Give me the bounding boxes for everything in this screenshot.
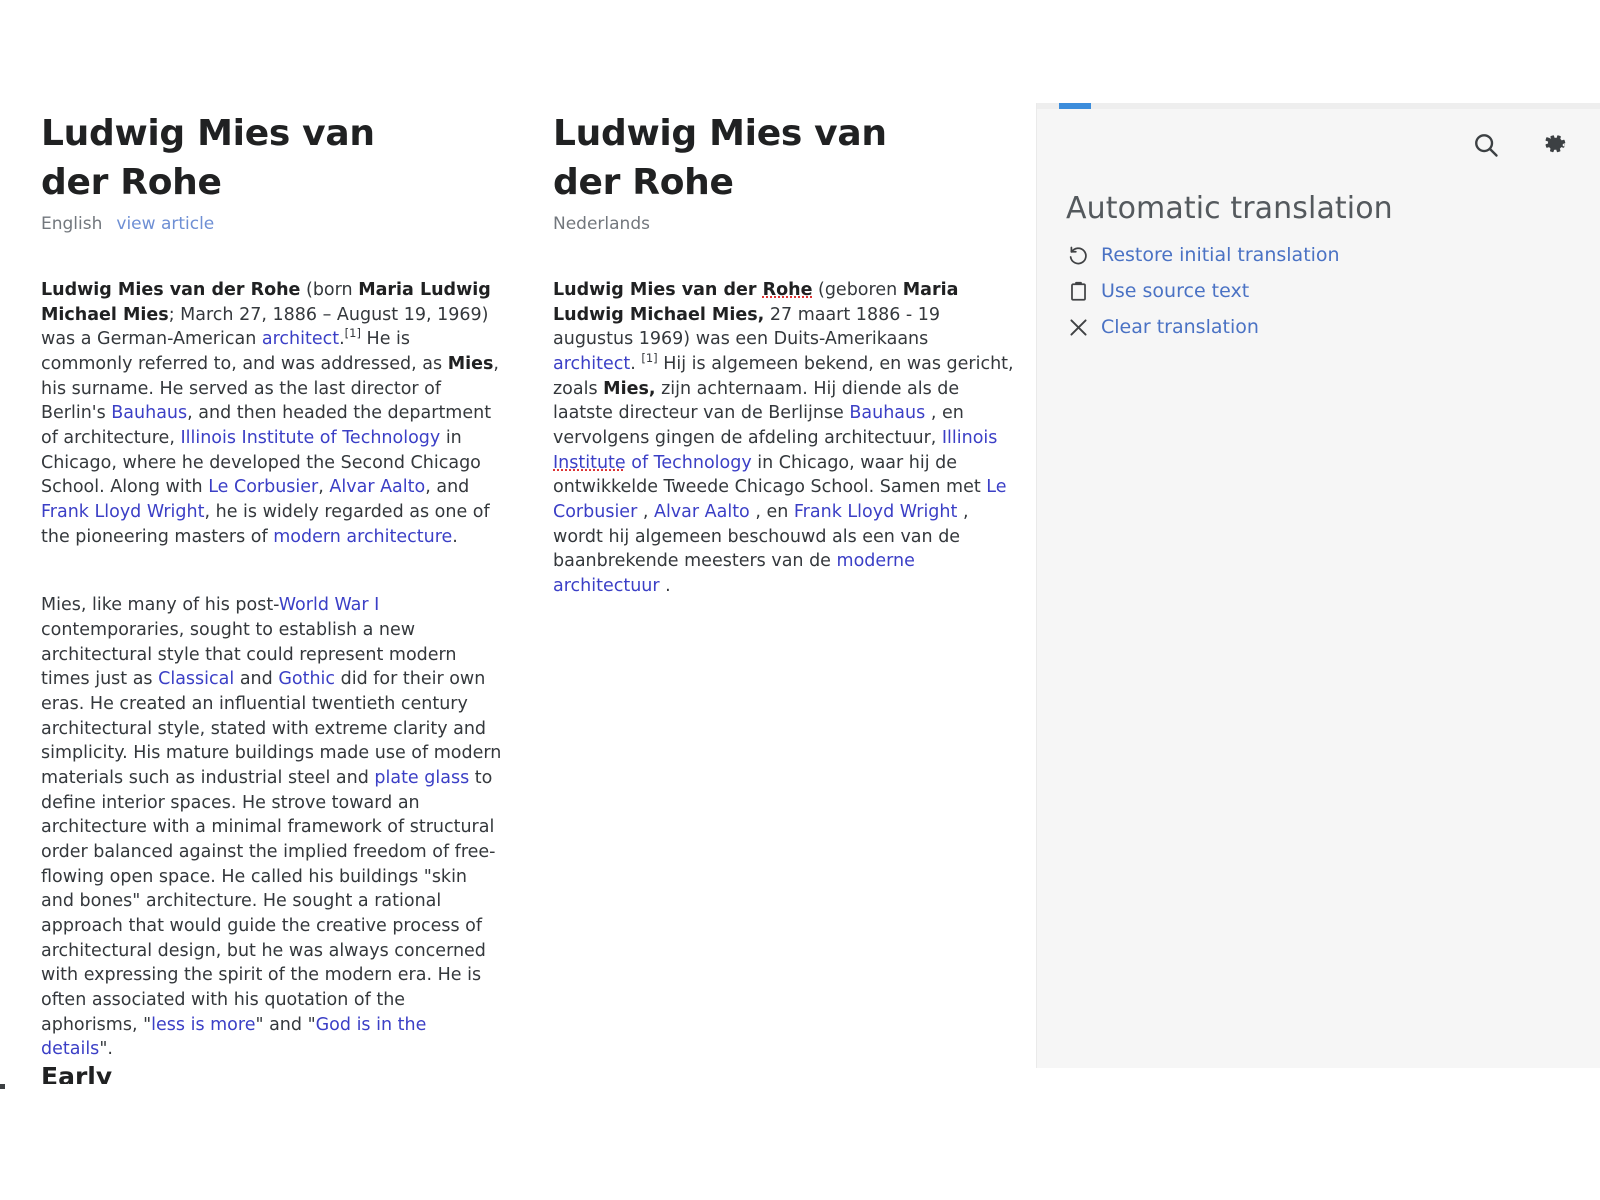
text-run: . <box>452 526 458 547</box>
source-paragraph-2: Mies, like many of his post-World War I … <box>41 593 503 1062</box>
target-article-column[interactable]: Ludwig Mies van der Rohe Nederlands Ludw… <box>553 110 1015 599</box>
text-run: Illinois <box>941 427 998 448</box>
reference-1[interactable]: [1] <box>641 351 657 365</box>
close-icon <box>1066 315 1090 339</box>
link-alvar-aalto[interactable]: Alvar Aalto <box>329 477 425 497</box>
subject-name-spellcheck: Rohe <box>762 279 813 300</box>
link-architect[interactable]: architect <box>553 354 630 374</box>
source-article-body: Ludwig Mies van der Rohe (born Maria Lud… <box>41 278 503 1062</box>
surname-mies: Mies <box>447 353 494 374</box>
link-classical[interactable]: Classical <box>158 669 234 689</box>
text-run: of Technology <box>625 452 752 473</box>
link-bauhaus[interactable]: Bauhaus <box>849 403 925 423</box>
text-run: , en <box>749 501 794 522</box>
link-modern-architecture[interactable]: modern architecture <box>273 527 452 547</box>
use-source-text-label: Use source text <box>1101 280 1250 302</box>
translation-panel: Automatic translation Restore initial tr… <box>1036 103 1600 1068</box>
search-icon[interactable] <box>1471 130 1501 160</box>
target-paragraph-1[interactable]: Ludwig Mies van der Rohe (geboren Maria … <box>553 278 1015 599</box>
link-gothic[interactable]: Gothic <box>278 669 335 689</box>
source-article-title: Ludwig Mies van der Rohe <box>41 113 375 203</box>
link-less-is-more[interactable]: less is more <box>151 1015 255 1035</box>
subject-name: Ludwig Mies van der Rohe <box>41 279 301 300</box>
text-run: . <box>630 353 642 374</box>
link-architect[interactable]: architect <box>262 329 339 349</box>
link-frank-lloyd-wright[interactable]: Frank Lloyd Wright <box>41 502 204 522</box>
restore-initial-translation-button[interactable]: Restore initial translation <box>1066 237 1486 273</box>
text-run: (geboren <box>812 279 903 300</box>
target-language-label: Nederlands <box>553 213 650 234</box>
text-run: Mies, like many of his post- <box>41 595 279 616</box>
clear-translation-button[interactable]: Clear translation <box>1066 309 1486 345</box>
source-language-label: English <box>41 213 103 234</box>
link-illinois-institute-of-technology[interactable]: Illinois Institute of Technology <box>180 428 440 448</box>
text-run: , <box>318 477 330 498</box>
undo-icon <box>1066 243 1090 267</box>
page-edge-marker <box>0 1084 5 1089</box>
link-plate-glass[interactable]: plate glass <box>374 768 469 788</box>
text-run: " and " <box>255 1014 316 1035</box>
restore-initial-translation-label: Restore initial translation <box>1101 244 1340 266</box>
text-run: , <box>637 501 654 522</box>
text-run: (born <box>300 279 359 300</box>
view-article-link[interactable]: view article <box>116 214 214 234</box>
text-run: and <box>234 669 279 690</box>
link-world-war-i[interactable]: World War I <box>279 595 380 615</box>
link-frank-lloyd-wright[interactable]: Frank Lloyd Wright <box>794 502 957 522</box>
use-source-text-button[interactable]: Use source text <box>1066 273 1486 309</box>
text-run: . <box>659 575 671 596</box>
source-article-meta: English view article <box>41 214 503 234</box>
target-article-body[interactable]: Ludwig Mies van der Rohe (geboren Maria … <box>553 278 1015 599</box>
link-bauhaus[interactable]: Bauhaus <box>111 403 187 423</box>
source-article-column: Ludwig Mies van der Rohe English view art… <box>41 110 503 1062</box>
panel-progress-track <box>1037 103 1600 109</box>
next-section-heading: Early <box>41 1062 113 1084</box>
clipboard-icon <box>1066 279 1090 303</box>
text-run: , and <box>425 477 470 498</box>
target-article-title: Ludwig Mies van der Rohe <box>553 113 887 203</box>
clear-translation-label: Clear translation <box>1101 316 1259 338</box>
target-article-meta: Nederlands <box>553 214 1015 234</box>
link-alvar-aalto[interactable]: Alvar Aalto <box>654 502 750 522</box>
subject-name: Ludwig Mies van der <box>553 279 763 300</box>
panel-title: Automatic translation <box>1066 191 1393 226</box>
panel-action-list: Restore initial translation Use source t… <box>1066 237 1486 345</box>
institute-spellcheck: Institute <box>553 452 626 473</box>
source-paragraph-1: Ludwig Mies van der Rohe (born Maria Lud… <box>41 278 503 549</box>
text-run: to define interior spaces. He strove tow… <box>41 768 496 1035</box>
panel-toolbar <box>1471 130 1569 160</box>
gear-icon[interactable] <box>1539 130 1569 160</box>
surname-mies: Mies, <box>603 378 656 399</box>
link-le-corbusier[interactable]: Le Corbusier <box>208 477 318 497</box>
panel-progress-bar <box>1059 103 1091 109</box>
text-run: ". <box>99 1039 113 1060</box>
reference-1[interactable]: [1] <box>345 326 361 340</box>
